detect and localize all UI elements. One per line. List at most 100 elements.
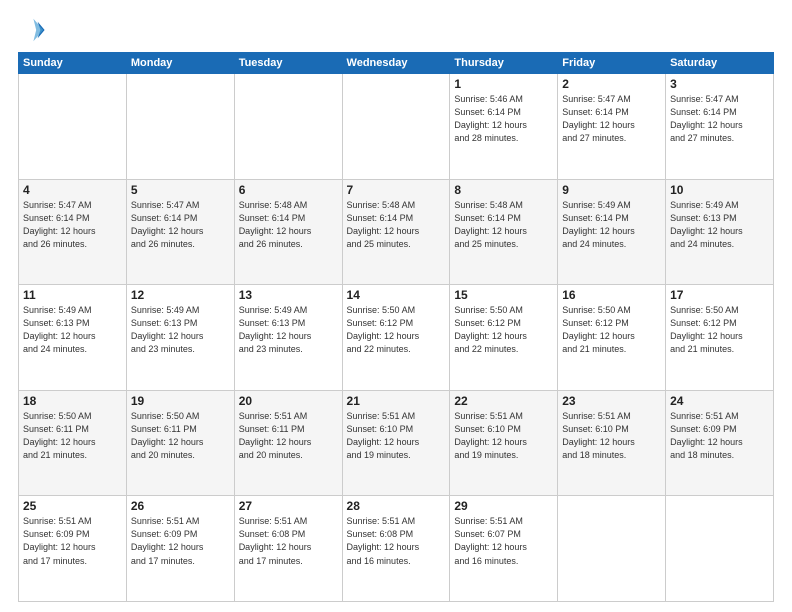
day-info: Sunrise: 5:50 AMSunset: 6:12 PMDaylight:… xyxy=(670,304,769,356)
day-number: 15 xyxy=(454,288,553,302)
calendar-cell: 28 Sunrise: 5:51 AMSunset: 6:08 PMDayligh… xyxy=(342,496,450,602)
day-number: 14 xyxy=(347,288,446,302)
day-number: 6 xyxy=(239,183,338,197)
calendar-day-header: Monday xyxy=(126,53,234,74)
day-info: Sunrise: 5:47 AMSunset: 6:14 PMDaylight:… xyxy=(670,93,769,145)
calendar-day-header: Saturday xyxy=(666,53,774,74)
day-info: Sunrise: 5:51 AMSunset: 6:10 PMDaylight:… xyxy=(454,410,553,462)
calendar-cell xyxy=(666,496,774,602)
day-number: 7 xyxy=(347,183,446,197)
day-info: Sunrise: 5:48 AMSunset: 6:14 PMDaylight:… xyxy=(347,199,446,251)
day-number: 22 xyxy=(454,394,553,408)
calendar-cell: 25 Sunrise: 5:51 AMSunset: 6:09 PMDayligh… xyxy=(19,496,127,602)
day-info: Sunrise: 5:50 AMSunset: 6:11 PMDaylight:… xyxy=(131,410,230,462)
day-number: 8 xyxy=(454,183,553,197)
day-info: Sunrise: 5:49 AMSunset: 6:13 PMDaylight:… xyxy=(23,304,122,356)
calendar-week-row: 1 Sunrise: 5:46 AMSunset: 6:14 PMDaylight… xyxy=(19,74,774,180)
calendar-cell: 9 Sunrise: 5:49 AMSunset: 6:14 PMDaylight… xyxy=(558,179,666,285)
calendar-cell: 7 Sunrise: 5:48 AMSunset: 6:14 PMDaylight… xyxy=(342,179,450,285)
day-info: Sunrise: 5:48 AMSunset: 6:14 PMDaylight:… xyxy=(454,199,553,251)
calendar-cell: 8 Sunrise: 5:48 AMSunset: 6:14 PMDaylight… xyxy=(450,179,558,285)
day-number: 3 xyxy=(670,77,769,91)
day-info: Sunrise: 5:51 AMSunset: 6:11 PMDaylight:… xyxy=(239,410,338,462)
calendar-cell: 3 Sunrise: 5:47 AMSunset: 6:14 PMDaylight… xyxy=(666,74,774,180)
calendar-table: SundayMondayTuesdayWednesdayThursdayFrid… xyxy=(18,52,774,602)
day-number: 28 xyxy=(347,499,446,513)
day-info: Sunrise: 5:47 AMSunset: 6:14 PMDaylight:… xyxy=(562,93,661,145)
logo xyxy=(18,16,50,44)
day-info: Sunrise: 5:49 AMSunset: 6:13 PMDaylight:… xyxy=(670,199,769,251)
calendar-cell xyxy=(19,74,127,180)
calendar-cell: 14Sunrise: 5:50 AMSunset: 6:12 PMDayligh… xyxy=(342,285,450,391)
calendar-cell: 22 Sunrise: 5:51 AMSunset: 6:10 PMDayligh… xyxy=(450,390,558,496)
calendar-cell: 13 Sunrise: 5:49 AMSunset: 6:13 PMDayligh… xyxy=(234,285,342,391)
day-number: 5 xyxy=(131,183,230,197)
calendar-day-header: Sunday xyxy=(19,53,127,74)
calendar-week-row: 11 Sunrise: 5:49 AMSunset: 6:13 PMDayligh… xyxy=(19,285,774,391)
calendar-cell: 27 Sunrise: 5:51 AMSunset: 6:08 PMDayligh… xyxy=(234,496,342,602)
day-info: Sunrise: 5:47 AMSunset: 6:14 PMDaylight:… xyxy=(23,199,122,251)
day-info: Sunrise: 5:51 AMSunset: 6:10 PMDaylight:… xyxy=(347,410,446,462)
day-info: Sunrise: 5:50 AMSunset: 6:12 PMDaylight:… xyxy=(454,304,553,356)
day-info: Sunrise: 5:49 AMSunset: 6:13 PMDaylight:… xyxy=(131,304,230,356)
calendar-cell: 17 Sunrise: 5:50 AMSunset: 6:12 PMDayligh… xyxy=(666,285,774,391)
day-info: Sunrise: 5:51 AMSunset: 6:07 PMDaylight:… xyxy=(454,515,553,567)
day-number: 19 xyxy=(131,394,230,408)
day-info: Sunrise: 5:49 AMSunset: 6:14 PMDaylight:… xyxy=(562,199,661,251)
day-number: 11 xyxy=(23,288,122,302)
calendar-cell: 21 Sunrise: 5:51 AMSunset: 6:10 PMDayligh… xyxy=(342,390,450,496)
day-info: Sunrise: 5:51 AMSunset: 6:09 PMDaylight:… xyxy=(670,410,769,462)
calendar-day-header: Tuesday xyxy=(234,53,342,74)
day-info: Sunrise: 5:49 AMSunset: 6:13 PMDaylight:… xyxy=(239,304,338,356)
day-info: Sunrise: 5:51 AMSunset: 6:08 PMDaylight:… xyxy=(347,515,446,567)
day-number: 24 xyxy=(670,394,769,408)
day-number: 10 xyxy=(670,183,769,197)
day-number: 18 xyxy=(23,394,122,408)
day-info: Sunrise: 5:48 AMSunset: 6:14 PMDaylight:… xyxy=(239,199,338,251)
day-number: 23 xyxy=(562,394,661,408)
day-info: Sunrise: 5:51 AMSunset: 6:09 PMDaylight:… xyxy=(131,515,230,567)
calendar-cell: 4 Sunrise: 5:47 AMSunset: 6:14 PMDaylight… xyxy=(19,179,127,285)
day-info: Sunrise: 5:51 AMSunset: 6:09 PMDaylight:… xyxy=(23,515,122,567)
calendar-cell: 29 Sunrise: 5:51 AMSunset: 6:07 PMDayligh… xyxy=(450,496,558,602)
calendar-cell: 12 Sunrise: 5:49 AMSunset: 6:13 PMDayligh… xyxy=(126,285,234,391)
page: SundayMondayTuesdayWednesdayThursdayFrid… xyxy=(0,0,792,612)
day-number: 13 xyxy=(239,288,338,302)
day-number: 20 xyxy=(239,394,338,408)
day-info: Sunrise: 5:51 AMSunset: 6:10 PMDaylight:… xyxy=(562,410,661,462)
calendar-cell xyxy=(234,74,342,180)
day-number: 16 xyxy=(562,288,661,302)
day-number: 4 xyxy=(23,183,122,197)
day-number: 26 xyxy=(131,499,230,513)
calendar-cell: 6 Sunrise: 5:48 AMSunset: 6:14 PMDaylight… xyxy=(234,179,342,285)
calendar-cell: 23 Sunrise: 5:51 AMSunset: 6:10 PMDayligh… xyxy=(558,390,666,496)
logo-icon xyxy=(18,16,46,44)
calendar-cell: 20 Sunrise: 5:51 AMSunset: 6:11 PMDayligh… xyxy=(234,390,342,496)
calendar-cell: 2Sunrise: 5:47 AMSunset: 6:14 PMDaylight… xyxy=(558,74,666,180)
day-info: Sunrise: 5:51 AMSunset: 6:08 PMDaylight:… xyxy=(239,515,338,567)
day-number: 29 xyxy=(454,499,553,513)
calendar-cell: 5 Sunrise: 5:47 AMSunset: 6:14 PMDaylight… xyxy=(126,179,234,285)
calendar-day-header: Wednesday xyxy=(342,53,450,74)
calendar-cell: 18 Sunrise: 5:50 AMSunset: 6:11 PMDayligh… xyxy=(19,390,127,496)
day-number: 25 xyxy=(23,499,122,513)
calendar-week-row: 4 Sunrise: 5:47 AMSunset: 6:14 PMDaylight… xyxy=(19,179,774,285)
day-info: Sunrise: 5:47 AMSunset: 6:14 PMDaylight:… xyxy=(131,199,230,251)
calendar-cell: 15 Sunrise: 5:50 AMSunset: 6:12 PMDayligh… xyxy=(450,285,558,391)
day-number: 12 xyxy=(131,288,230,302)
day-info: Sunrise: 5:50 AMSunset: 6:12 PMDaylight:… xyxy=(562,304,661,356)
calendar-header-row: SundayMondayTuesdayWednesdayThursdayFrid… xyxy=(19,53,774,74)
day-number: 9 xyxy=(562,183,661,197)
calendar-cell: 10 Sunrise: 5:49 AMSunset: 6:13 PMDayligh… xyxy=(666,179,774,285)
day-info: Sunrise: 5:50 AMSunset: 6:11 PMDaylight:… xyxy=(23,410,122,462)
day-info: Sunrise: 5:46 AMSunset: 6:14 PMDaylight:… xyxy=(454,93,553,145)
calendar-day-header: Thursday xyxy=(450,53,558,74)
day-number: 1 xyxy=(454,77,553,91)
calendar-cell xyxy=(126,74,234,180)
calendar-cell: 11 Sunrise: 5:49 AMSunset: 6:13 PMDayligh… xyxy=(19,285,127,391)
day-number: 17 xyxy=(670,288,769,302)
day-number: 21 xyxy=(347,394,446,408)
calendar-cell: 26 Sunrise: 5:51 AMSunset: 6:09 PMDayligh… xyxy=(126,496,234,602)
day-number: 27 xyxy=(239,499,338,513)
calendar-cell: 16 Sunrise: 5:50 AMSunset: 6:12 PMDayligh… xyxy=(558,285,666,391)
